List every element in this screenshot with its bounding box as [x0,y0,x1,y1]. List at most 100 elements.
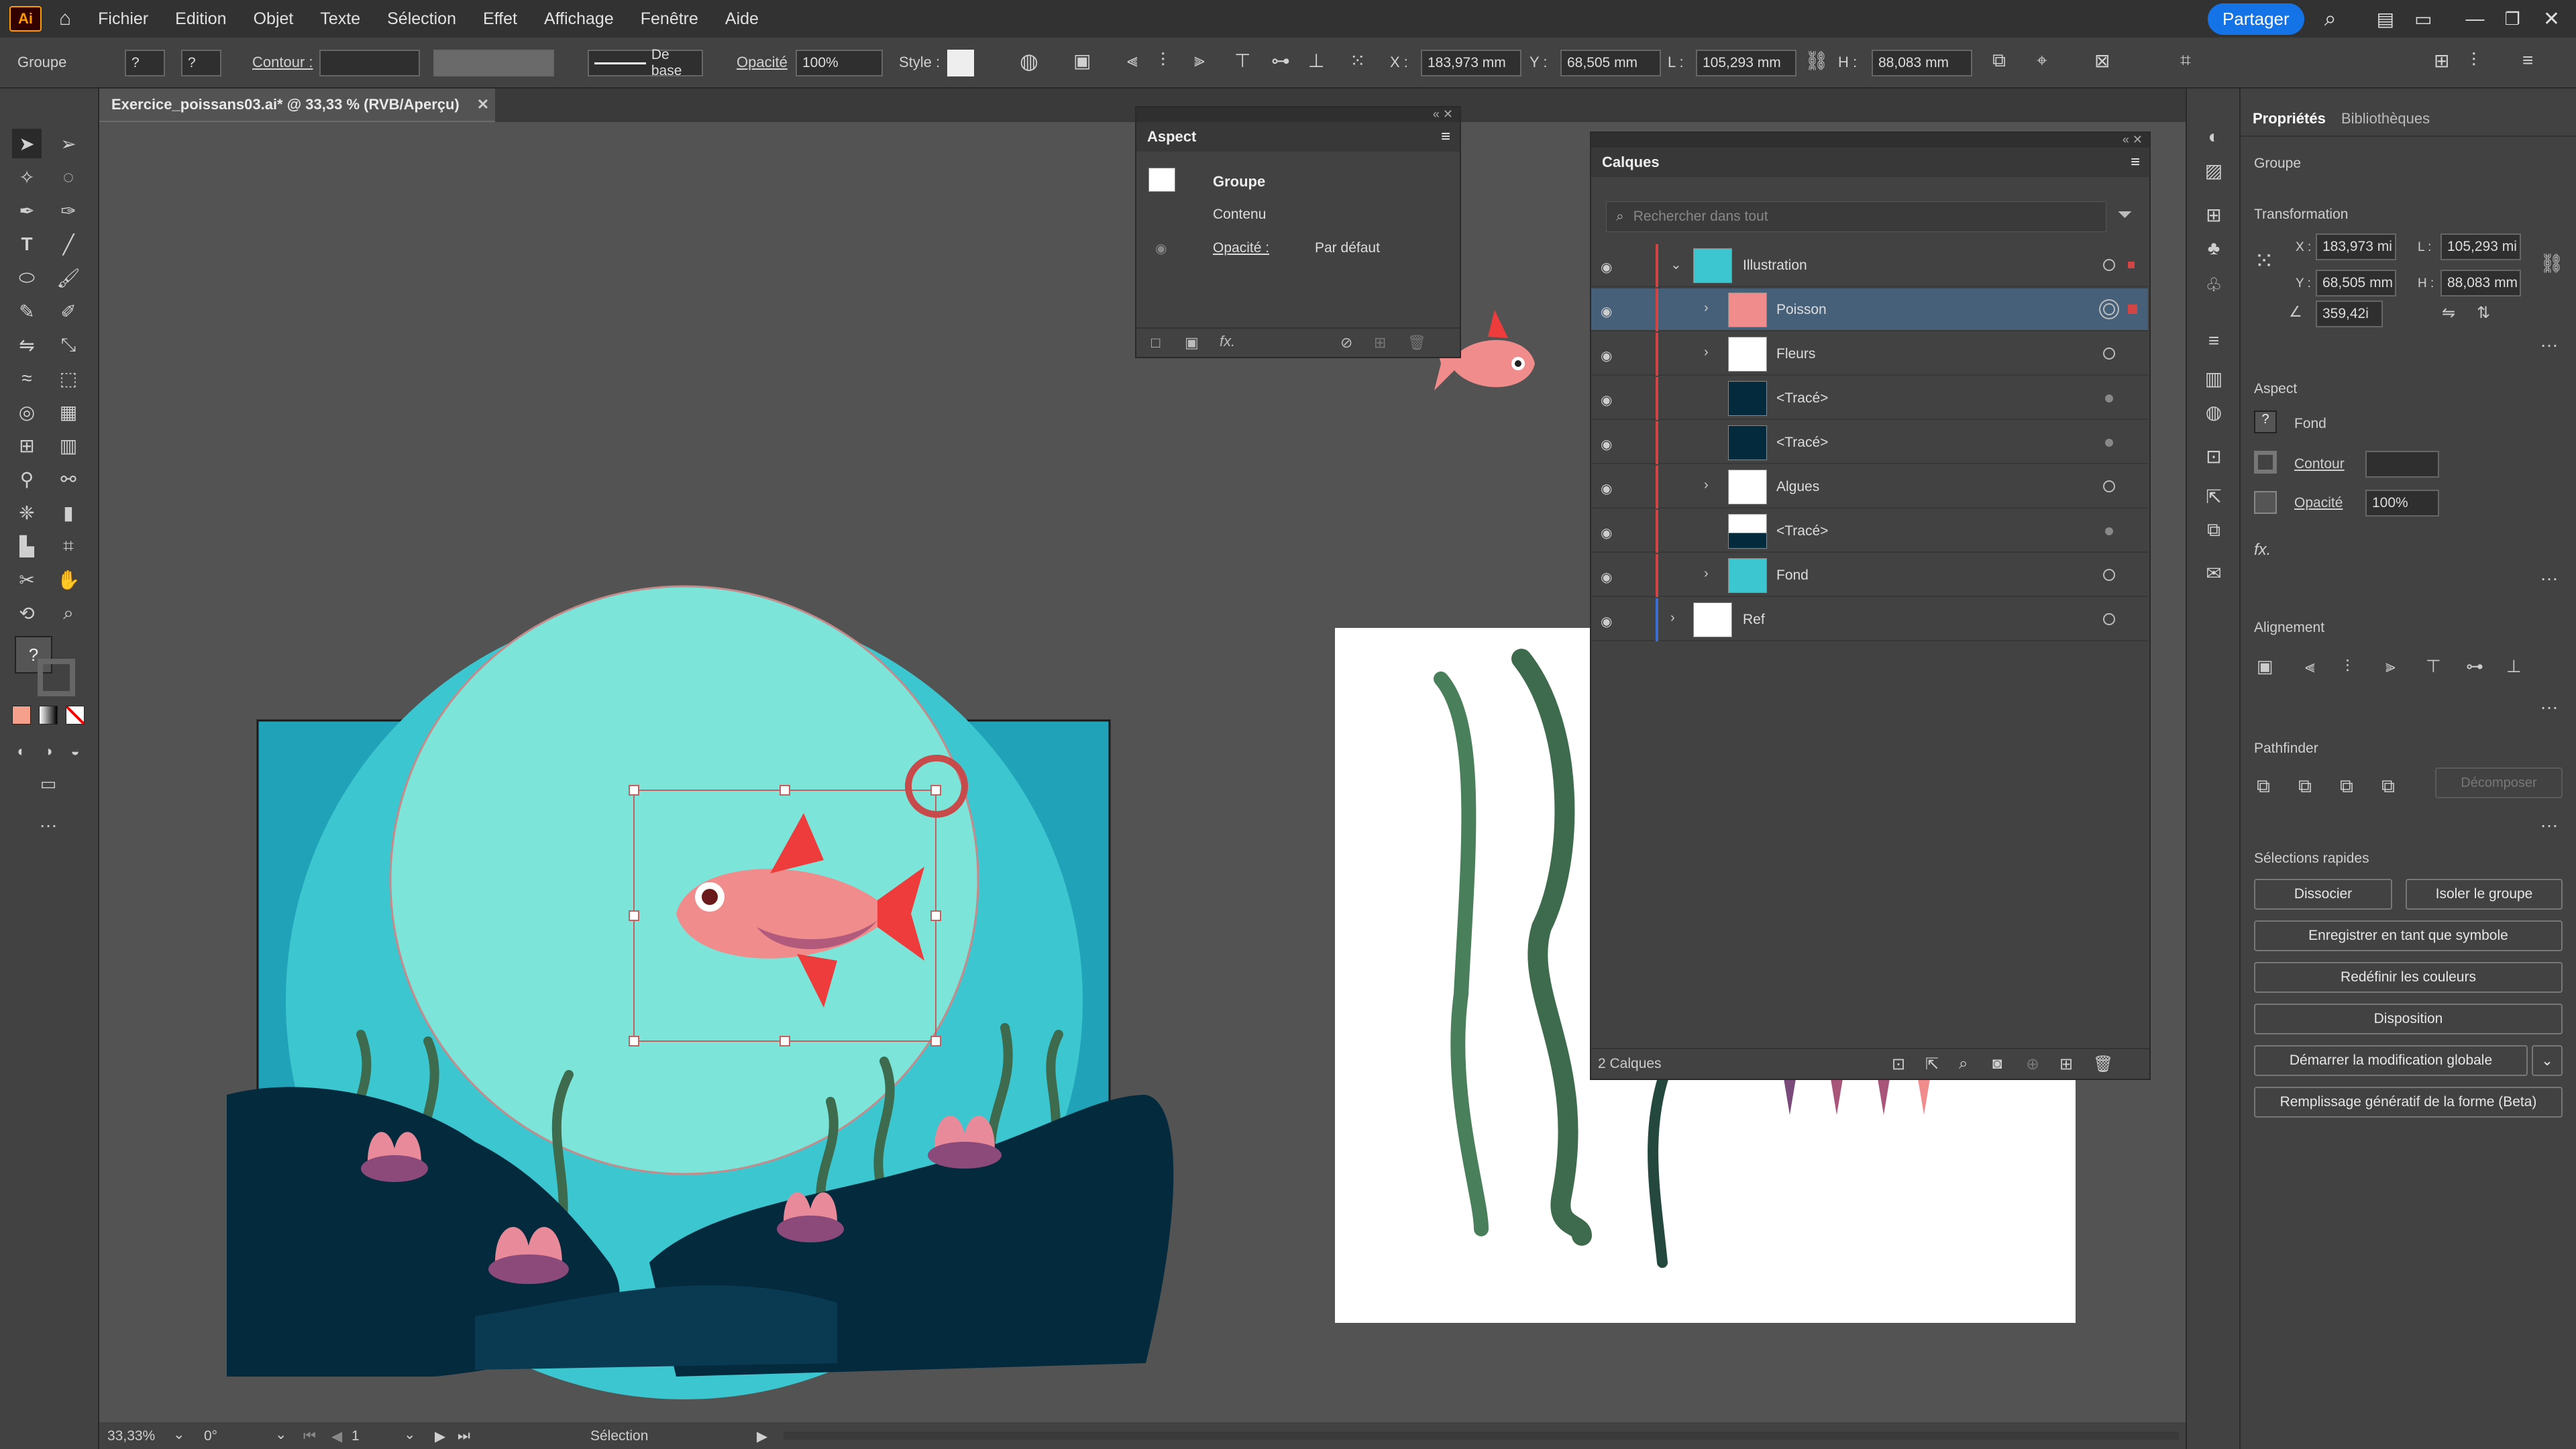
layer-row-poisson[interactable]: ◉ › Poisson [1591,288,2148,331]
menu-texte[interactable]: Texte [320,9,360,29]
prop-x-input[interactable]: 183,973 mi [2316,233,2396,260]
more-options-icon[interactable]: … [2540,564,2559,585]
pencil-tool-icon[interactable]: ✎ [12,297,42,326]
x-input[interactable]: 183,973 mm [1421,50,1521,76]
clipping-mask-icon[interactable]: ◙ [1992,1055,2002,1073]
brushes-panel-icon[interactable]: ⊞ [2199,200,2229,229]
artboard-number[interactable]: 1 [352,1428,360,1444]
tab-libraries[interactable]: Bibliothèques [2341,110,2430,127]
h-input[interactable]: 88,083 mm [1872,50,1972,76]
minimize-icon[interactable]: — [2466,8,2485,30]
pen-tool-icon[interactable]: ✒ [12,196,42,225]
stroke-color-swatch[interactable] [38,659,75,696]
target-icon[interactable] [2103,303,2115,315]
selection-tool-icon[interactable]: ➤ [12,129,42,158]
opacity-input[interactable]: 100% [796,50,883,76]
reflect-tool-icon[interactable]: ⇋ [12,330,42,360]
rotate-view-tool-icon[interactable]: ⟲ [12,598,42,628]
export-icon[interactable]: ⇱ [1925,1055,1939,1074]
layers-menu-icon[interactable]: ≡ [2131,153,2140,172]
blend-tool-icon[interactable]: ⚯ [54,464,83,494]
duplicate-item-icon[interactable]: ⊞ [1374,334,1386,352]
align-left-icon[interactable]: ⫷ [2305,656,2315,678]
stroke-label[interactable]: Contour [2294,456,2345,472]
eye-icon[interactable]: ◉ [1601,436,1612,453]
ctrl-menu-icon[interactable]: ≡ [2522,50,2533,71]
graph-tool-icon[interactable]: ▙ [12,531,42,561]
save-as-symbol-button[interactable]: Enregistrer en tant que symbole [2254,920,2563,951]
eye-icon[interactable]: ◉ [1601,392,1612,409]
align-to-icon[interactable]: ▣ [1073,50,1091,72]
slice-tool-icon[interactable]: ✂ [12,565,42,594]
draw-inside-icon[interactable]: ◒ [60,737,90,766]
target-icon[interactable] [2103,259,2115,271]
stroke-swatch[interactable] [2254,451,2277,474]
stroke-swatch[interactable]: ? [181,50,221,76]
layer-row-trace[interactable]: ◉ <Tracé> [1591,421,2148,464]
recolor-icon[interactable]: ◍ [1020,48,1038,74]
new-layer-icon[interactable]: ⊞ [2059,1055,2073,1074]
selection-indicator[interactable] [2128,305,2137,314]
eye-icon[interactable]: ◉ [1601,525,1612,541]
export-panel-icon[interactable]: ⇱ [2199,482,2229,511]
rotate-angle-input[interactable]: 359,42i [2316,301,2383,327]
edit-toolbar-icon[interactable]: … [34,806,63,836]
visibility-eye-icon[interactable]: ◉ [1155,240,1167,257]
chevron-right-icon[interactable]: › [1704,301,1709,316]
first-artboard-icon[interactable]: ⏮ [303,1428,316,1444]
minus-front-icon[interactable]: ⧉ [2298,775,2312,798]
layer-row-algues[interactable]: ◉ › Algues [1591,466,2148,508]
none-mode-icon[interactable] [66,706,85,724]
isolate-group-button[interactable]: Isoler le groupe [2406,879,2563,910]
align-to-icon[interactable]: ▣ [2257,656,2273,677]
close-tab-icon[interactable]: ✕ [477,96,489,113]
menu-selection[interactable]: Sélection [387,9,456,29]
zoom-level[interactable]: 33,33% [107,1428,155,1444]
decompose-button[interactable]: Décomposer [2435,767,2563,798]
chevron-right-icon[interactable]: › [1704,345,1709,360]
envelope-icon[interactable]: ⊠ [2094,50,2110,72]
panel-menu-icon[interactable]: ≡ [1441,127,1450,146]
graphic-styles-panel-icon[interactable]: ♧ [2199,270,2229,299]
reference-point-icon[interactable]: ⁙ [1350,50,1365,72]
layer-row-fleurs[interactable]: ◉ › Fleurs [1591,333,2148,376]
direct-selection-tool-icon[interactable]: ➢ [54,129,83,158]
align-bottom-icon[interactable]: ⊥ [2506,656,2522,677]
menu-aide[interactable]: Aide [725,9,759,29]
chevron-right-icon[interactable]: › [1704,478,1709,493]
filter-icon[interactable]: ⏷ [2117,204,2132,226]
workspace-icon[interactable]: ▤ [2377,8,2394,30]
opacity-input[interactable]: 100% [2365,490,2439,517]
chevron-down-icon[interactable]: ⌄ [1670,256,1682,273]
zoom-tool-icon[interactable]: ⌕ [54,598,83,628]
w-input[interactable]: 105,293 mm [1696,50,1796,76]
exclude-icon[interactable]: ⧉ [2381,775,2395,798]
layer-row-ref[interactable]: ◉ › Ref [1591,598,2148,641]
unite-icon[interactable]: ⧉ [2257,775,2270,798]
add-fill-icon[interactable]: ▣ [1185,334,1199,352]
menu-edition[interactable]: Edition [175,9,226,29]
prev-artboard-icon[interactable]: ◀ [331,1428,342,1445]
mesh-tool-icon[interactable]: ⊞ [12,431,42,460]
layer-row-trace[interactable]: ◉ <Tracé> [1591,510,2148,553]
layer-row-illustration[interactable]: ◉ ⌄ Illustration [1591,244,2148,287]
stroke-weight-input[interactable] [319,50,420,76]
eye-icon[interactable]: ◉ [1601,347,1612,364]
search-icon[interactable]: ⌕ [2324,6,2337,32]
chevron-right-icon[interactable]: › [1704,566,1709,582]
free-transform-tool-icon[interactable]: ⬚ [54,364,83,393]
transform-icon[interactable]: ⧉ [1992,50,2006,72]
screen-mode-icon[interactable]: ▭ [34,769,63,798]
type-tool-icon[interactable]: T [12,229,42,259]
arrange-icon[interactable]: ⊞ [2434,50,2449,72]
arrange-documents-icon[interactable]: ▭ [2414,8,2432,30]
align-right-icon[interactable]: ⫸ [1194,50,1205,72]
menu-effet[interactable]: Effet [483,9,517,29]
home-icon[interactable]: ⌂ [59,7,71,30]
constrain-proportions-icon[interactable]: ⛓ [1805,50,1829,72]
delete-item-icon[interactable]: 🗑 [1407,334,1426,352]
horizontal-scrollbar[interactable] [784,1432,2179,1440]
tab-properties[interactable]: Propriétés [2253,110,2326,127]
target-icon[interactable] [2103,347,2115,360]
target-icon[interactable] [2105,394,2113,402]
